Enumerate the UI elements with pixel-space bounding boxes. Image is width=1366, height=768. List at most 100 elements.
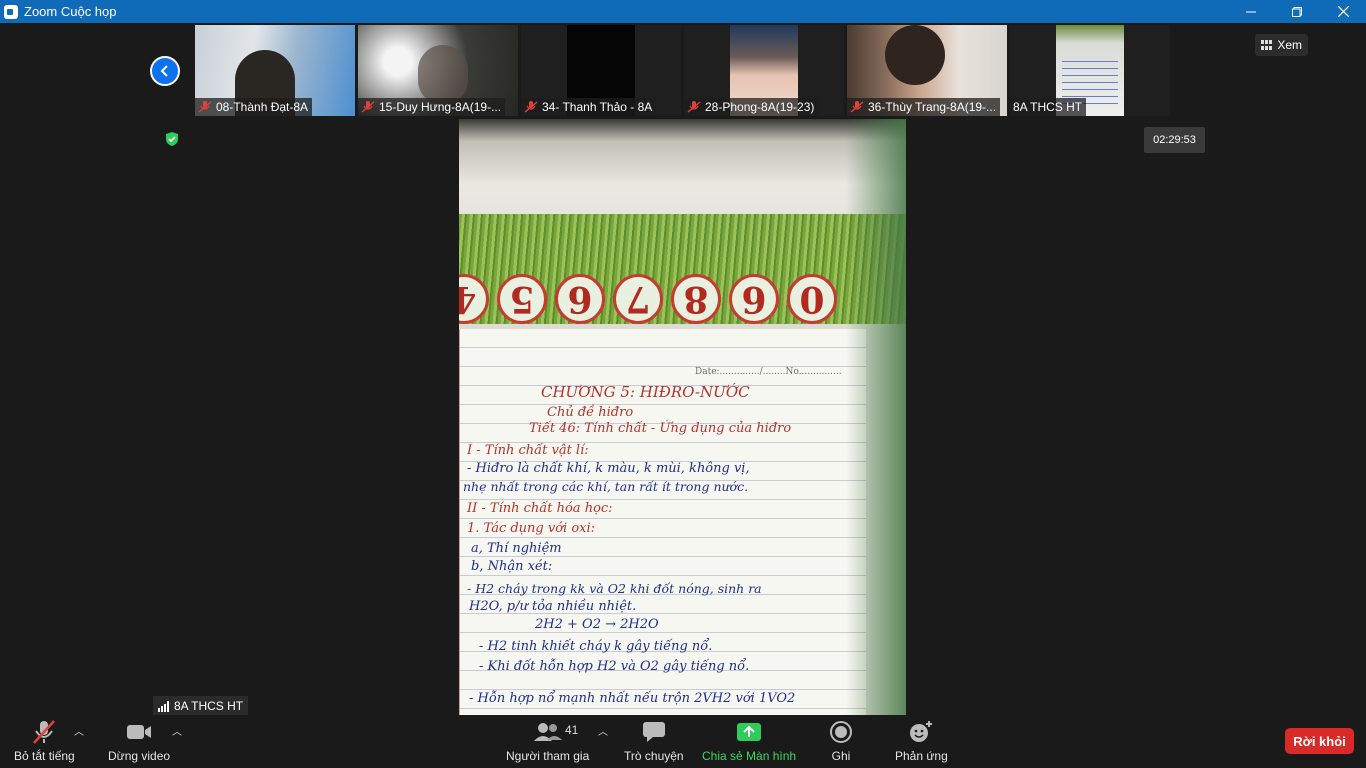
title-bar: Zoom Cuộc họp: [0, 0, 1366, 23]
video-green-edge: [846, 119, 906, 715]
handwritten-line: - H2 tinh khiết cháy k gây tiếng nổ.: [479, 639, 713, 654]
date-line: Date:............../........No..........…: [695, 367, 842, 377]
handwritten-line: II - Tính chất hóa học:: [467, 501, 613, 516]
close-icon: [1337, 6, 1349, 17]
mic-off-icon: [361, 101, 375, 113]
mic-muted-icon: [33, 720, 56, 744]
cover-digit: 0: [787, 274, 837, 324]
participant-name: 36-Thùy Trang-8A(19-...: [868, 100, 997, 114]
speaker-badge: 8A THCS HT: [153, 696, 249, 716]
share-screen-button[interactable]: Chia sẻ Màn hình: [702, 719, 796, 763]
participant-strip: 08-Thành Đạt-8A 15-Duy Hưng-8A(19-... 34…: [195, 25, 1170, 116]
minimize-button[interactable]: [1228, 0, 1274, 23]
participant-name: 08-Thành Đạt-8A: [216, 100, 309, 114]
handwritten-line: - Hiđro là chất khí, k màu, k mùi, không…: [467, 461, 750, 476]
handwritten-line: I - Tính chất vật lí:: [467, 443, 589, 458]
smiley-plus-icon: [910, 721, 933, 742]
minimize-icon: [1246, 11, 1256, 12]
cover-number-row: 4 5 6 7 8 6 0: [459, 269, 906, 329]
handwritten-line: b, Nhận xét:: [471, 559, 553, 574]
participants-icon: [533, 723, 562, 741]
handwritten-line: 1. Tác dụng với oxi:: [467, 521, 596, 536]
participant-tile[interactable]: 15-Duy Hưng-8A(19-...: [358, 25, 518, 116]
mic-off-icon: [198, 101, 212, 113]
participant-tile-active[interactable]: 8A THCS HT: [1010, 25, 1170, 116]
participant-name-label: 36-Thùy Trang-8A(19-...: [847, 98, 1001, 116]
page-margin-line: [459, 329, 460, 715]
handwritten-line: H2O, p/ư tỏa nhiều nhiệt.: [469, 599, 637, 614]
participants-label: Người tham gia: [506, 749, 590, 763]
participant-name-label: 28-Phong-8A(19-23): [684, 98, 819, 116]
cover-digit: 4: [459, 274, 489, 324]
leave-meeting-button[interactable]: Rời khỏi: [1285, 728, 1354, 754]
participant-tile[interactable]: 34- Thanh Thảo - 8A: [521, 25, 681, 116]
meeting-toolbar: Bỏ tắt tiếng ︿ Dừng video ︿ Người tham g…: [0, 715, 1366, 768]
gallery-grid-icon: [1261, 40, 1273, 50]
chevron-left-icon: [160, 65, 168, 77]
record-icon: [830, 721, 852, 743]
mic-off-icon: [687, 101, 701, 113]
share-screen-icon: [737, 723, 762, 741]
chat-button[interactable]: Trò chuyện: [624, 719, 684, 763]
cover-digit: 6: [555, 274, 605, 324]
record-label: Ghi: [831, 749, 851, 763]
chat-bubble-icon: [642, 722, 665, 742]
participant-name-label: 34- Thanh Thảo - 8A: [521, 98, 657, 116]
previous-page-button[interactable]: [150, 56, 180, 86]
video-camera-icon: [127, 725, 152, 739]
participant-count: 41: [565, 723, 579, 737]
main-shared-video: 4 5 6 7 8 6 0 Date:............../......…: [459, 119, 906, 715]
notebook-page: Date:............../........No..........…: [459, 329, 866, 715]
mute-label: Bỏ tắt tiếng: [14, 749, 75, 763]
record-button[interactable]: Ghi: [829, 719, 853, 763]
chevron-up-icon[interactable]: ︿: [172, 723, 182, 738]
participant-name-label: 15-Duy Hưng-8A(19-...: [358, 98, 506, 116]
mic-off-icon: [524, 101, 538, 113]
handwritten-line: nhẹ nhất trong các khí, tan rất ít trong…: [463, 479, 749, 494]
stop-video-button[interactable]: Dừng video: [108, 719, 170, 763]
handwritten-line: CHƯƠNG 5: HIĐRO-NƯỚC: [541, 383, 750, 401]
reactions-label: Phản ứng: [895, 749, 948, 763]
notebook-cover-top: [459, 119, 906, 229]
stop-video-label: Dừng video: [108, 749, 171, 763]
participant-name: 28-Phong-8A(19-23): [705, 100, 815, 114]
chevron-up-icon[interactable]: ︿: [74, 723, 84, 738]
security-shield-icon[interactable]: [164, 131, 180, 147]
window-controls: [1228, 0, 1366, 23]
meeting-timer: 02:29:53: [1144, 127, 1205, 153]
chevron-up-icon[interactable]: ︿: [598, 723, 608, 738]
mic-off-icon: [850, 101, 864, 113]
cover-digit: 7: [613, 274, 663, 324]
view-button-label: Xem: [1277, 38, 1302, 52]
zoom-logo-icon: [4, 4, 18, 19]
handwritten-line: - Khi đốt hỗn hợp H2 và O2 gây tiếng nổ.: [479, 659, 750, 674]
participant-name: 15-Duy Hưng-8A(19-...: [379, 100, 502, 114]
participant-tile[interactable]: 28-Phong-8A(19-23): [684, 25, 844, 116]
speaker-name: 8A THCS HT: [174, 699, 244, 713]
handwritten-line: a, Thí nghiệm: [471, 541, 562, 556]
reactions-button[interactable]: Phản ứng: [895, 719, 948, 763]
participant-name: 8A THCS HT: [1013, 100, 1083, 114]
participant-tile[interactable]: 36-Thùy Trang-8A(19-...: [847, 25, 1007, 116]
cover-digit: 6: [729, 274, 779, 324]
meeting-stage: 08-Thành Đạt-8A 15-Duy Hưng-8A(19-... 34…: [0, 23, 1366, 716]
signal-bars-icon: [158, 700, 169, 712]
share-screen-label: Chia sẻ Màn hình: [702, 749, 797, 763]
chat-label: Trò chuyện: [624, 749, 684, 763]
view-button[interactable]: Xem: [1255, 34, 1308, 56]
handwritten-line: - Hỗn hợp nổ mạnh nhất nếu trộn 2VH2 với…: [469, 691, 796, 706]
mute-button[interactable]: Bỏ tắt tiếng: [14, 719, 75, 763]
cover-digit: 5: [497, 274, 547, 324]
participant-tile[interactable]: 08-Thành Đạt-8A: [195, 25, 355, 116]
handwritten-line: Chủ đề hiđro: [547, 405, 634, 420]
maximize-button[interactable]: [1274, 0, 1320, 23]
maximize-icon: [1292, 6, 1302, 17]
handwritten-line: - H2 cháy trong kk và O2 khi đốt nóng, s…: [467, 581, 762, 596]
handwritten-line: Tiết 46: Tính chất - Ứng dụng của hiđro: [529, 421, 792, 436]
close-button[interactable]: [1320, 0, 1366, 23]
participant-name-label: 08-Thành Đạt-8A: [195, 98, 313, 116]
participant-name-label: 8A THCS HT: [1010, 98, 1087, 116]
window-title: Zoom Cuộc họp: [24, 4, 117, 19]
cover-digit: 8: [671, 274, 721, 324]
participant-name: 34- Thanh Thảo - 8A: [542, 100, 653, 114]
